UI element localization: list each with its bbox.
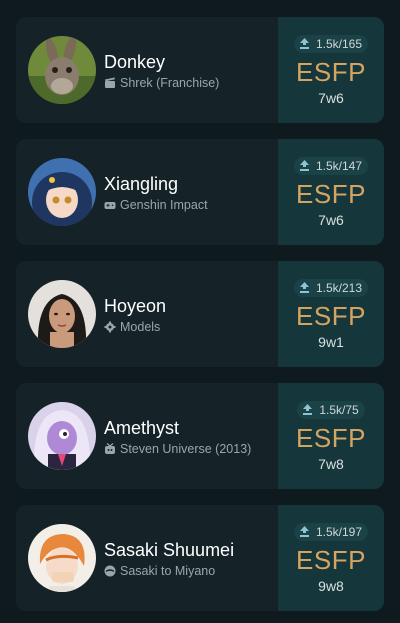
profile-card[interactable]: Hoyeon Models 1.5k/213 ESFP 9w1 bbox=[16, 261, 384, 367]
personality-type: ESFP bbox=[296, 56, 366, 87]
enneagram-wing: 7w6 bbox=[318, 211, 344, 228]
stats-label: 1.5k/197 bbox=[315, 524, 363, 539]
stats-label: 1.5k/75 bbox=[319, 402, 359, 417]
profile-main: Hoyeon Models bbox=[16, 261, 278, 367]
type-panel: 1.5k/147 ESFP 7w6 bbox=[278, 139, 384, 245]
gamepad-icon bbox=[104, 201, 116, 209]
type-panel: 1.5k/165 ESFP 7w6 bbox=[278, 17, 384, 123]
type-panel: 1.5k/75 ESFP 7w8 bbox=[278, 383, 384, 489]
profile-main: Amethyst Steven Universe (2013) bbox=[16, 383, 278, 489]
profile-source: Models bbox=[104, 320, 166, 334]
tv-icon bbox=[105, 442, 115, 454]
profile-source: Sasaki to Miyano bbox=[104, 564, 234, 578]
profile-name: Sasaki Shuumei bbox=[104, 539, 235, 560]
profile-source: Shrek (Franchise) bbox=[104, 76, 219, 90]
vote-stats: 1.5k/165 bbox=[293, 34, 369, 53]
source-label: Models bbox=[120, 319, 161, 334]
profile-card[interactable]: Donkey Shrek (Franchise) 1.5k/165 ESFP 7… bbox=[16, 17, 384, 123]
avatar bbox=[28, 402, 96, 470]
vote-stats: 1.5k/197 bbox=[293, 522, 369, 541]
profile-name: Hoyeon bbox=[104, 295, 167, 316]
stats-label: 1.5k/213 bbox=[315, 280, 363, 295]
anime-icon bbox=[104, 565, 116, 576]
source-label: Shrek (Franchise) bbox=[120, 75, 220, 90]
stats-label: 1.5k/147 bbox=[315, 158, 363, 173]
source-label: Sasaki to Miyano bbox=[120, 563, 216, 578]
profile-main: Sasaki Shuumei Sasaki to Miyano bbox=[16, 505, 278, 611]
personality-type: ESFP bbox=[296, 422, 366, 453]
avatar bbox=[28, 280, 96, 348]
profile-card[interactable]: Xiangling Genshin Impact 1.5k/147 ESFP 7… bbox=[16, 139, 384, 245]
vote-icon bbox=[299, 282, 309, 293]
personality-type: ESFP bbox=[296, 300, 366, 331]
source-label: Genshin Impact bbox=[120, 197, 208, 212]
enneagram-wing: 9w1 bbox=[318, 333, 344, 350]
profile-name: Xiangling bbox=[104, 173, 179, 194]
avatar bbox=[28, 524, 96, 592]
vote-stats: 1.5k/75 bbox=[297, 400, 365, 419]
personality-type: ESFP bbox=[296, 178, 366, 209]
vote-icon bbox=[303, 404, 313, 415]
type-panel: 1.5k/213 ESFP 9w1 bbox=[278, 261, 384, 367]
enneagram-wing: 7w8 bbox=[318, 455, 344, 472]
profile-name: Donkey bbox=[104, 51, 166, 72]
gear-icon bbox=[104, 321, 116, 332]
vote-icon bbox=[299, 38, 309, 49]
profile-list: Donkey Shrek (Franchise) 1.5k/165 ESFP 7… bbox=[0, 0, 400, 623]
movie-icon bbox=[105, 77, 115, 88]
enneagram-wing: 7w6 bbox=[318, 89, 344, 106]
stats-label: 1.5k/165 bbox=[315, 36, 363, 51]
profile-card[interactable]: Sasaki Shuumei Sasaki to Miyano 1.5k/197 bbox=[16, 505, 384, 611]
profile-main: Donkey Shrek (Franchise) bbox=[16, 17, 278, 123]
profile-main: Xiangling Genshin Impact bbox=[16, 139, 278, 245]
enneagram-wing: 9w8 bbox=[318, 577, 344, 594]
vote-icon bbox=[299, 160, 309, 171]
profile-name: Amethyst bbox=[104, 417, 180, 438]
profile-card[interactable]: Amethyst Steven Universe (2013) 1.5k/75 … bbox=[16, 383, 384, 489]
avatar bbox=[28, 36, 96, 104]
source-label: Steven Universe (2013) bbox=[120, 441, 252, 456]
vote-icon bbox=[299, 526, 309, 537]
vote-stats: 1.5k/213 bbox=[293, 278, 369, 297]
vote-stats: 1.5k/147 bbox=[293, 156, 369, 175]
personality-type: ESFP bbox=[296, 544, 366, 575]
type-panel: 1.5k/197 ESFP 9w8 bbox=[278, 505, 384, 611]
profile-source: Genshin Impact bbox=[104, 198, 208, 212]
profile-source: Steven Universe (2013) bbox=[104, 442, 251, 456]
avatar bbox=[28, 158, 96, 226]
